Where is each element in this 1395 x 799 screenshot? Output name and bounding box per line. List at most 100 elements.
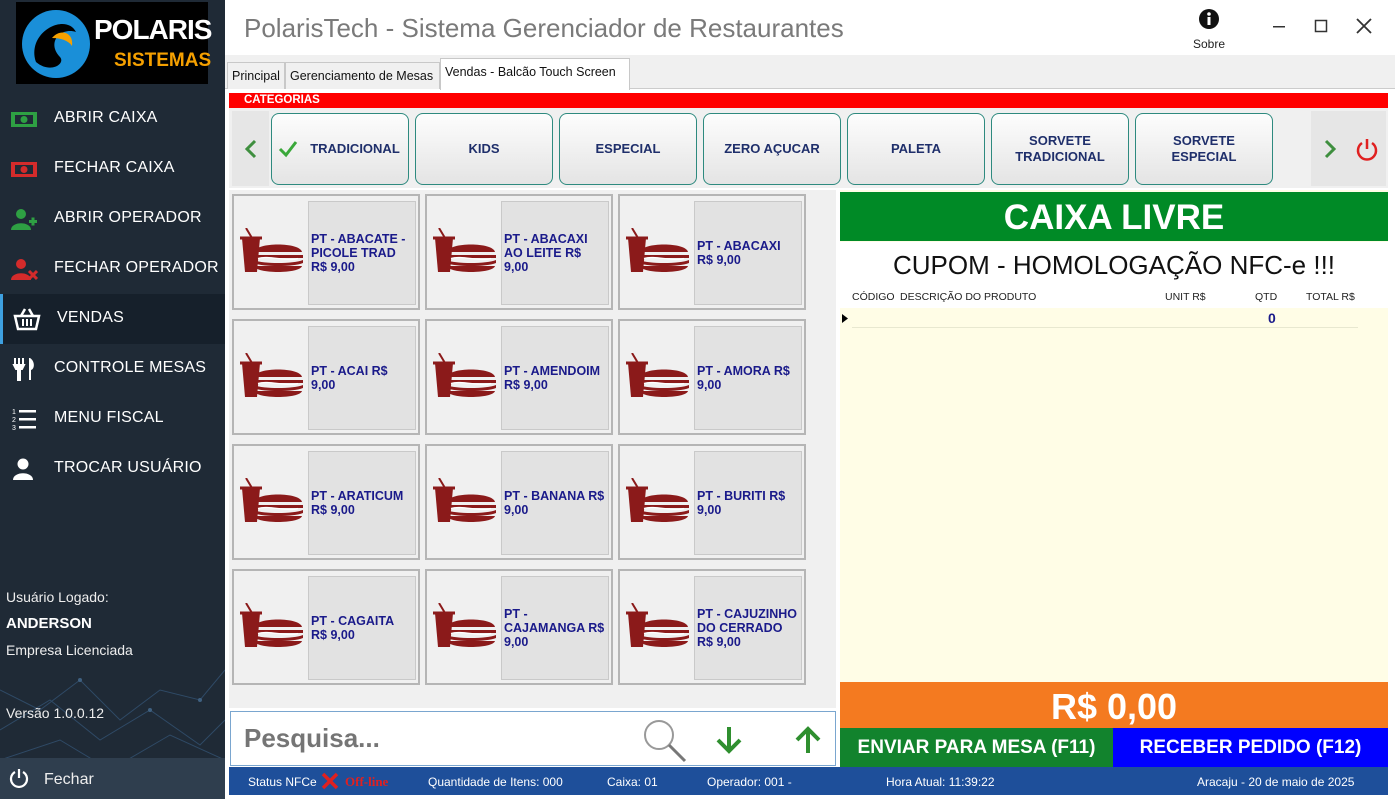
window-title: PolarisTech - Sistema Gerenciador de Res… [244,13,844,43]
category-label: ESPECIAL [595,141,661,156]
product-label: PT - ACAI R$ 9,00 [308,326,416,430]
power-icon [1356,139,1378,161]
power-button[interactable] [1349,111,1386,186]
category-zero-acucar[interactable]: ZERO AÇUCAR [703,113,841,185]
tab-bar: Principal Gerenciamento de Mesas Vendas … [225,55,1395,90]
chevron-right-icon [1324,139,1337,159]
tab-principal[interactable]: Principal [227,62,285,89]
status-bar: Status NFCe Off-line Quantidade de Itens… [229,767,1388,795]
category-next-button[interactable] [1311,111,1349,186]
sidebar-item-label: ABRIR CAIXA [54,109,158,126]
category-especial[interactable]: ESPECIAL [559,113,697,185]
row-pointer-icon [842,314,848,323]
food-drink-icon [624,477,692,528]
operator-label: Operador: 001 - [707,775,792,789]
food-drink-icon [431,602,499,653]
col-unit: UNIT R$ [1165,291,1206,303]
product-label: PT - ABACATE - PICOLE TRAD R$ 9,00 [308,201,416,305]
close-icon[interactable] [1352,14,1376,38]
sidebar-item-vendas[interactable]: VENDAS [0,294,225,344]
product-tile[interactable]: PT - CAJAMANGA R$ 9,00 [425,569,613,685]
sidebar-item-trocar-usuario[interactable]: TROCAR USUÁRIO [0,444,225,494]
product-label: PT - BURITI R$ 9,00 [694,451,802,555]
about-button[interactable]: Sobre [1185,6,1233,52]
col-qtd: QTD [1255,291,1278,303]
cash-close-icon [11,162,37,177]
product-tile[interactable]: PT - BANANA R$ 9,00 [425,444,613,560]
category-sorvete-tradicional[interactable]: SORVETE TRADICIONAL [991,113,1129,185]
col-codigo: CÓDIGO [852,291,895,303]
product-tile[interactable]: PT - ACAI R$ 9,00 [232,319,420,435]
arrow-down-icon[interactable] [714,725,744,755]
receive-order-button[interactable]: RECEBER PEDIDO (F12) [1113,728,1388,767]
offline-x-icon [321,772,339,790]
svg-text:3: 3 [12,425,16,431]
info-icon [1199,9,1219,29]
product-tile[interactable]: PT - AMENDOIM R$ 9,00 [425,319,613,435]
search-box[interactable] [230,711,836,766]
sidebar-item-label: FECHAR CAIXA [54,159,175,176]
sidebar-item-controle-mesas[interactable]: CONTROLE MESAS [0,344,225,394]
product-tile[interactable]: PT - BURITI R$ 9,00 [618,444,806,560]
food-drink-icon [624,227,692,278]
product-tile[interactable]: PT - ABACAXI R$ 9,00 [618,194,806,310]
minimize-icon[interactable] [1267,14,1291,38]
product-tile[interactable]: PT - CAGAITA R$ 9,00 [232,569,420,685]
sidebar-item-fechar-operador[interactable]: FECHAR OPERADOR [0,244,225,294]
table-row[interactable]: 0 [840,308,1360,328]
categories-strip: TRADICIONAL KIDS ESPECIAL ZERO AÇUCAR PA… [229,108,1388,188]
arrow-up-icon[interactable] [793,725,823,755]
category-prev-button[interactable] [232,111,269,186]
category-kids[interactable]: KIDS [415,113,553,185]
category-label: ZERO AÇUCAR [724,141,820,156]
category-sorvete-especial[interactable]: SORVETE ESPECIAL [1135,113,1273,185]
maximize-icon[interactable] [1309,14,1333,38]
sidebar-item-abrir-operador[interactable]: ABRIR OPERADOR [0,194,225,244]
category-label: KIDS [468,141,500,156]
tab-gerenciamento-mesas[interactable]: Gerenciamento de Mesas [285,62,440,89]
power-icon [9,769,29,788]
product-label: PT - AMORA R$ 9,00 [694,326,802,430]
order-total: R$ 0,00 [840,682,1388,728]
category-label: SORVETE ESPECIAL [1171,133,1237,164]
product-label: PT - CAGAITA R$ 9,00 [308,576,416,680]
logged-user-name: ANDERSON [6,615,92,632]
svg-text:2: 2 [12,417,16,424]
search-icon[interactable] [639,716,689,764]
tab-vendas-balcao[interactable]: Vendas - Balcão Touch Screen [440,58,630,90]
products-grid: PT - ABACATE - PICOLE TRAD R$ 9,00 PT - A… [229,190,836,708]
items-count: Quantidade de Itens: 000 [428,775,563,789]
user-add-icon [11,209,37,230]
category-label: SORVETE TRADICIONAL [1015,133,1105,164]
product-tile[interactable]: PT - ABACATE - PICOLE TRAD R$ 9,00 [232,194,420,310]
products-scroll-area[interactable] [808,190,836,708]
product-tile[interactable]: PT - AMORA R$ 9,00 [618,319,806,435]
cashier-status: CAIXA LIVRE [840,192,1388,241]
logo-text-polaris: POLARIS [94,14,212,45]
user-remove-icon [11,259,38,281]
version-label: Versão 1.0.0.12 [6,705,105,721]
check-icon [278,141,298,158]
sidebar-item-menu-fiscal[interactable]: 123 MENU FISCAL [0,394,225,444]
sidebar-item-label: CONTROLE MESAS [54,359,207,376]
close-app-button[interactable]: Fechar [0,758,225,799]
food-drink-icon [624,352,692,403]
send-to-table-button[interactable]: ENVIAR PARA MESA (F11) [840,728,1113,767]
col-total: TOTAL R$ [1306,291,1355,303]
search-input[interactable] [231,712,631,765]
product-tile[interactable]: PT - ABACAXI AO LEITE R$ 9,00 [425,194,613,310]
sidebar-item-abrir-caixa[interactable]: ABRIR CAIXA [0,94,225,144]
location-date: Aracaju - 20 de maio de 2025 [1197,775,1355,789]
chevron-left-icon [244,139,257,159]
product-tile[interactable]: PT - ARATICUM R$ 9,00 [232,444,420,560]
food-drink-icon [238,227,306,278]
sidebar-item-fechar-caixa[interactable]: FECHAR CAIXA [0,144,225,194]
user-icon [13,458,33,480]
close-app-label: Fechar [44,771,94,788]
category-tradicional[interactable]: TRADICIONAL [271,113,409,185]
product-tile[interactable]: PT - CAJUZINHO DO CERRADO R$ 9,00 [618,569,806,685]
current-time: Hora Atual: 11:39:22 [886,775,995,789]
category-paleta[interactable]: PALETA [847,113,985,185]
basket-icon [13,308,41,331]
product-label: PT - CAJAMANGA R$ 9,00 [501,576,609,680]
